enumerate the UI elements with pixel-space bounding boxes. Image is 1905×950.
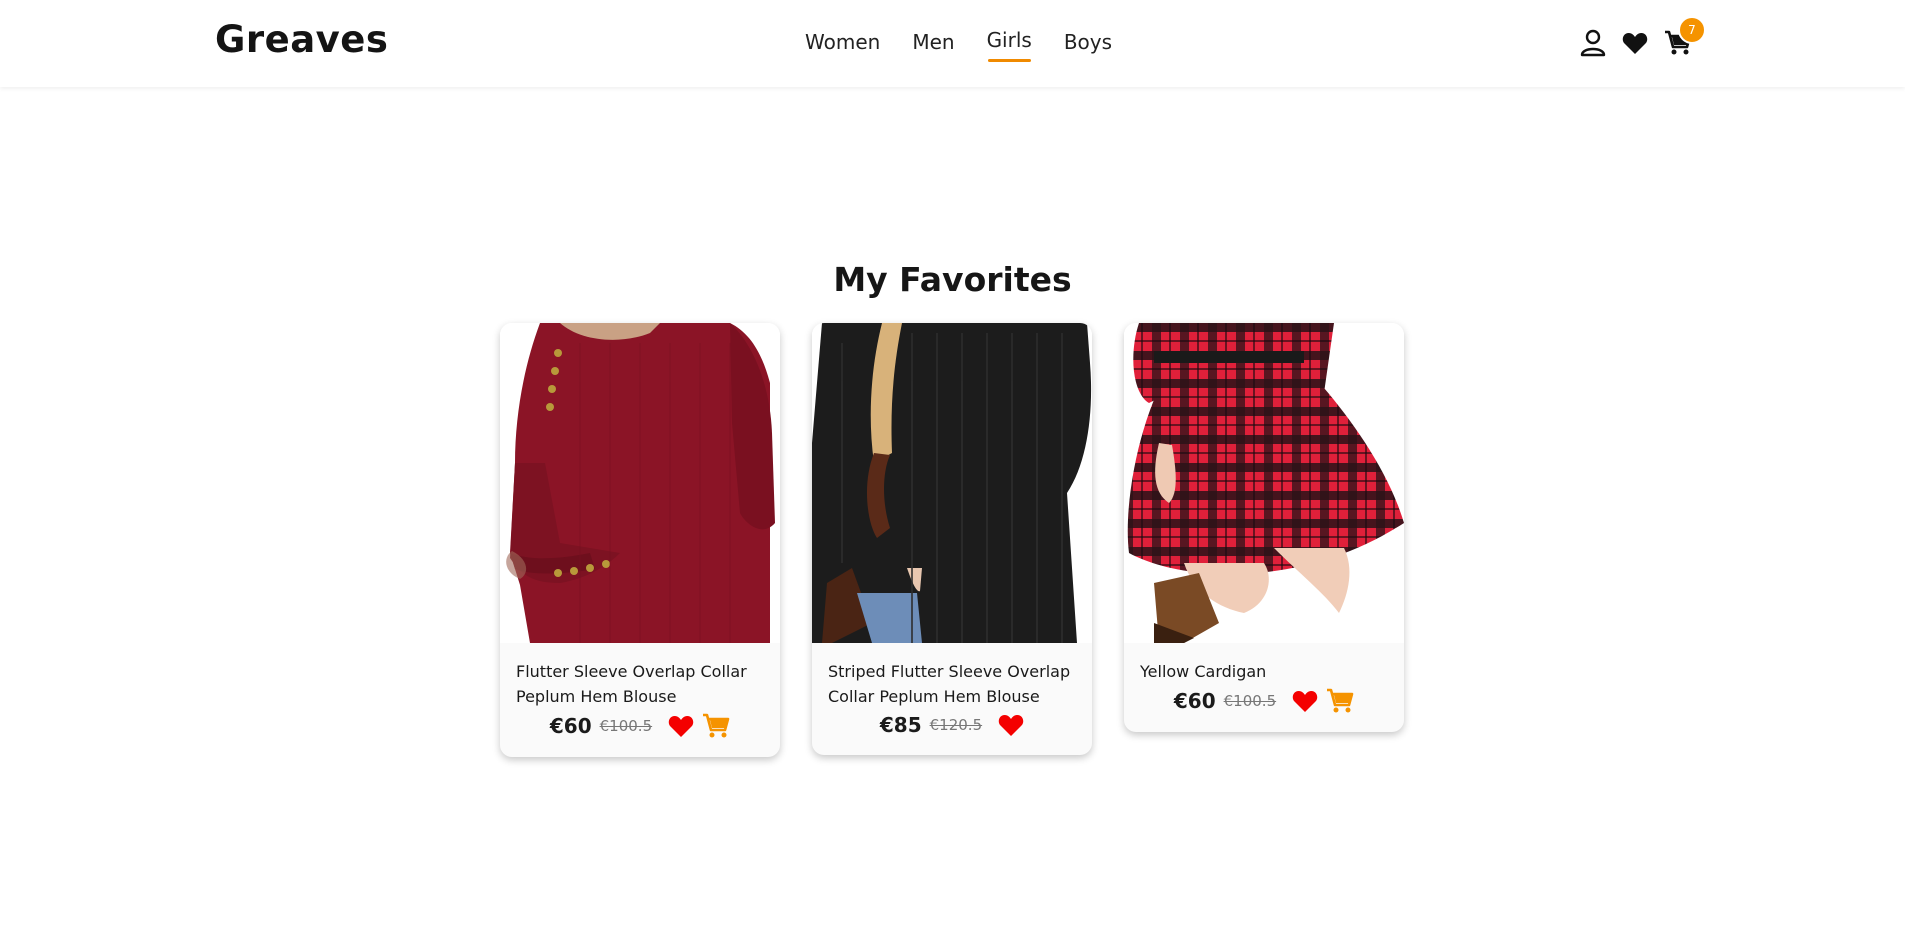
heart-icon[interactable] bbox=[1622, 31, 1648, 55]
product-info: Yellow Cardigan €60 €100.5 bbox=[1124, 643, 1404, 732]
favorites-grid: Flutter Sleeve Overlap Collar Peplum Hem… bbox=[500, 323, 1404, 757]
page-title: My Favorites bbox=[833, 260, 1072, 299]
product-info: Flutter Sleeve Overlap Collar Peplum Hem… bbox=[500, 643, 780, 757]
cart-count-badge: 7 bbox=[1678, 16, 1706, 44]
product-old-price: €100.5 bbox=[1223, 692, 1277, 710]
add-to-cart-icon[interactable] bbox=[702, 713, 730, 739]
remove-favorite-heart-icon[interactable] bbox=[1292, 689, 1318, 713]
product-card[interactable]: Flutter Sleeve Overlap Collar Peplum Hem… bbox=[500, 323, 780, 757]
product-old-price: €100.5 bbox=[599, 717, 653, 735]
product-image[interactable] bbox=[500, 323, 780, 643]
nav-item-boys[interactable]: Boys bbox=[1064, 30, 1112, 54]
product-card[interactable]: Yellow Cardigan €60 €100.5 bbox=[1124, 323, 1404, 732]
nav-item-men[interactable]: Men bbox=[912, 30, 954, 54]
product-price: €60 bbox=[1173, 689, 1216, 713]
logo[interactable]: Greaves bbox=[215, 18, 388, 61]
product-price: €60 bbox=[549, 714, 592, 738]
remove-favorite-heart-icon[interactable] bbox=[998, 713, 1024, 737]
product-name[interactable]: Yellow Cardigan bbox=[1140, 659, 1388, 684]
price-row: €60 €100.5 bbox=[516, 713, 764, 739]
product-price: €85 bbox=[879, 713, 922, 737]
ireland-flag-icon[interactable] bbox=[1542, 32, 1564, 54]
main-nav: Women Men Girls Boys bbox=[805, 28, 1112, 62]
product-name[interactable]: Flutter Sleeve Overlap Collar Peplum Hem… bbox=[516, 659, 764, 709]
product-image[interactable] bbox=[1124, 323, 1404, 643]
nav-item-girls[interactable]: Girls bbox=[987, 28, 1032, 62]
cart-icon[interactable]: 7 bbox=[1664, 16, 1706, 56]
remove-favorite-heart-icon[interactable] bbox=[668, 714, 694, 738]
user-icon[interactable] bbox=[1580, 29, 1606, 57]
product-card[interactable]: Striped Flutter Sleeve Overlap Collar Pe… bbox=[812, 323, 1092, 755]
product-name[interactable]: Striped Flutter Sleeve Overlap Collar Pe… bbox=[828, 659, 1076, 709]
product-old-price: €120.5 bbox=[929, 716, 983, 734]
price-row: €60 €100.5 bbox=[1140, 688, 1388, 714]
price-row: €85 €120.5 bbox=[828, 713, 1076, 737]
site-header: Greaves Women Men Girls Boys 7 bbox=[0, 0, 1905, 87]
product-info: Striped Flutter Sleeve Overlap Collar Pe… bbox=[812, 643, 1092, 755]
header-actions: 7 bbox=[1542, 16, 1706, 60]
nav-item-women[interactable]: Women bbox=[805, 30, 880, 54]
add-to-cart-icon[interactable] bbox=[1326, 688, 1354, 714]
product-image[interactable] bbox=[812, 323, 1092, 643]
